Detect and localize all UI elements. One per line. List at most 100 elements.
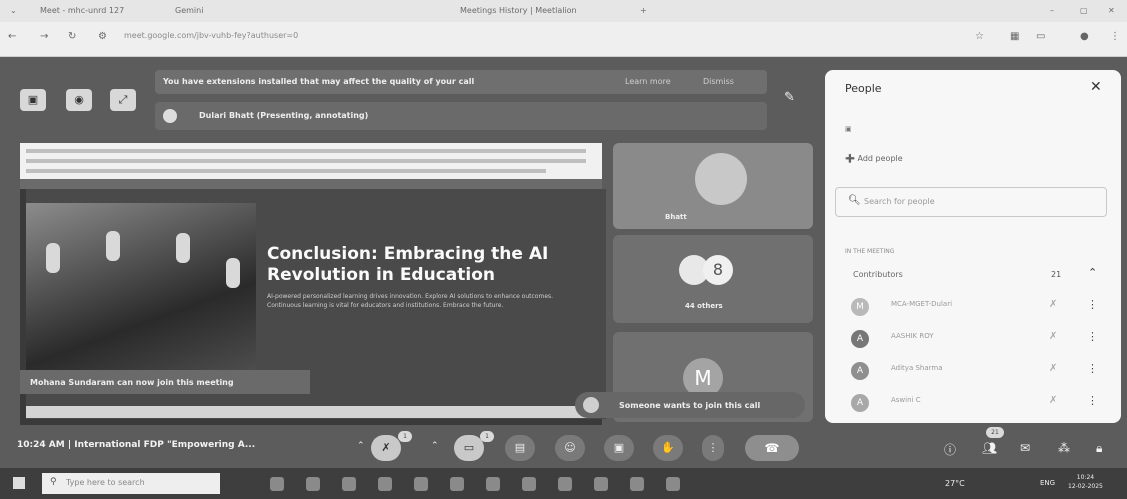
sidepanel-icon[interactable]: ▭ <box>1036 31 1045 42</box>
participant-tile-bhatt[interactable]: Bhatt <box>613 143 813 229</box>
dismiss-link[interactable]: Dismiss <box>703 77 734 86</box>
tab-gemini[interactable]: Gemini <box>175 3 203 19</box>
people-title: People <box>845 82 882 95</box>
mic-button[interactable]: ✗ <box>371 435 401 461</box>
profile-icon[interactable]: ● <box>1080 31 1089 42</box>
more-options-icon[interactable]: ⋮ <box>1087 362 1098 375</box>
others-tile[interactable]: 8 44 others <box>613 235 813 323</box>
host-controls-icon[interactable]: 🔒︎ <box>1096 441 1102 456</box>
mic-options-chevron-icon[interactable]: ⌃ <box>357 441 365 451</box>
more-options-icon[interactable]: ⋮ <box>1087 330 1098 343</box>
app-icon[interactable] <box>486 477 500 491</box>
people-icon[interactable]: 👥︎ <box>982 441 997 455</box>
participant-name: Bhatt <box>665 213 687 221</box>
annotate-pen-icon[interactable]: ✎ <box>784 90 795 105</box>
avatar: M <box>851 298 869 316</box>
camera-options-chevron-icon[interactable]: ⌃ <box>431 441 439 451</box>
captions-button[interactable]: ▤ <box>505 435 535 461</box>
app-icon[interactable] <box>522 477 536 491</box>
raise-hand-button[interactable]: ✋ <box>653 435 683 461</box>
tab-meet[interactable]: Meet - mhc-unrd 127 <box>40 3 124 19</box>
system-clock[interactable]: 10:24 12-02-2025 <box>1068 473 1103 491</box>
url-field[interactable]: meet.google.com/jbv-vuhb-fey?authuser=0 <box>124 31 298 40</box>
presenter-avatar <box>163 109 177 123</box>
back-icon[interactable]: ← <box>8 31 16 42</box>
chrome-icon[interactable] <box>306 477 320 491</box>
bookmark-star-icon[interactable]: ☆ <box>975 31 984 42</box>
group-count: 21 <box>1051 270 1062 279</box>
meeting-control-bar: 10:24 AM | International FDP "Empowering… <box>0 425 1127 468</box>
forward-icon[interactable]: → <box>40 31 48 42</box>
more-options-icon[interactable]: ⋮ <box>1087 394 1098 407</box>
present-button[interactable]: ▣ <box>604 435 634 461</box>
more-options-icon[interactable]: ⋮ <box>1087 298 1098 311</box>
participant-row-name: Aditya Sharma <box>891 364 943 372</box>
mic-badge: 1 <box>398 431 412 442</box>
new-tab-icon[interactable]: + <box>640 3 647 19</box>
more-options-button[interactable]: ⋮ <box>702 435 724 461</box>
participant-row[interactable]: A Aswini C ✗ ⋮ <box>835 388 1111 418</box>
taskbar-search-input[interactable]: ⚲ Type here to search <box>42 473 220 494</box>
participant-row-name: Aswini C <box>891 396 921 404</box>
join-request-text: Someone wants to join this call <box>619 401 761 410</box>
app-icon[interactable] <box>594 477 608 491</box>
os-taskbar: ⚲ Type here to search 27°C ENG 10:24 12-… <box>0 468 1127 499</box>
site-info-icon[interactable]: ⚙ <box>98 31 107 42</box>
contributors-group[interactable]: Contributors 21 ⌃ <box>835 264 1111 284</box>
search-people-input[interactable]: 🔍︎ Search for people <box>835 187 1107 217</box>
people-panel: People ✕ ▣ ➕ Add people 🔍︎ Search for pe… <box>825 70 1121 423</box>
browser-menu-icon[interactable]: ⋮ <box>1110 31 1120 42</box>
reload-icon[interactable]: ↻ <box>68 31 76 42</box>
close-icon[interactable]: ✕ <box>1090 79 1102 95</box>
participant-row[interactable]: A AASHIK ROY ✗ ⋮ <box>835 324 1111 354</box>
learn-more-link[interactable]: Learn more <box>625 77 671 86</box>
view-tool-button[interactable]: ◉ <box>66 89 92 111</box>
taskbar-search-placeholder: Type here to search <box>66 478 145 487</box>
participant-row[interactable]: A Aditya Sharma ✗ ⋮ <box>835 356 1111 386</box>
shared-taskbar <box>26 406 602 418</box>
windows-start-icon[interactable] <box>13 477 25 489</box>
end-call-button[interactable]: ☎ <box>745 435 799 461</box>
tab-list-icon[interactable]: ⌄ <box>10 3 17 19</box>
screenshot: ⌄ Meet - mhc-unrd 127 Gemini Meetings Hi… <box>0 0 1127 499</box>
mic-off-icon[interactable]: ✗ <box>1049 363 1057 374</box>
app-icon[interactable] <box>414 477 428 491</box>
activities-icon[interactable]: ⁂ <box>1058 441 1070 455</box>
weather-label[interactable]: 27°C <box>945 479 965 488</box>
maximize-icon[interactable]: ▢ <box>1080 3 1088 19</box>
person-icon <box>583 397 599 413</box>
share-tool-button[interactable]: ⤢ <box>110 89 136 111</box>
slide-title: Conclusion: Embracing the AI Revolution … <box>267 244 549 285</box>
app-icon[interactable] <box>450 477 464 491</box>
edge-icon[interactable] <box>342 477 356 491</box>
camera-badge: 1 <box>480 431 494 442</box>
chevron-up-icon[interactable]: ⌃ <box>1088 266 1097 279</box>
add-people-label: Add people <box>857 154 903 163</box>
task-view-icon[interactable] <box>270 477 284 491</box>
app-icon[interactable] <box>630 477 644 491</box>
minimize-icon[interactable]: – <box>1050 3 1054 19</box>
clock-time: 10:24 <box>1076 474 1095 481</box>
mic-off-icon[interactable]: ✗ <box>1049 331 1057 342</box>
tab-meetings-history[interactable]: Meetings History | Meetlalion <box>460 3 577 19</box>
add-people-button[interactable]: ➕ Add people <box>845 154 903 163</box>
presenter-label: Dulari Bhatt (Presenting, annotating) <box>199 111 369 120</box>
participant-row-name: AASHIK ROY <box>891 332 934 340</box>
app-icon[interactable] <box>558 477 572 491</box>
info-icon[interactable]: ⓘ <box>944 441 956 458</box>
mic-off-icon[interactable]: ✗ <box>1049 395 1057 406</box>
extensions-banner: You have extensions installed that may a… <box>155 70 767 94</box>
close-window-icon[interactable]: ✕ <box>1108 3 1115 19</box>
file-explorer-icon[interactable] <box>378 477 392 491</box>
join-request-toast[interactable]: Someone wants to join this call <box>575 392 805 418</box>
emoji-button[interactable]: ☺ <box>555 435 585 461</box>
captions-tool-button[interactable]: ▣ <box>20 89 46 111</box>
chat-icon[interactable]: ✉ <box>1020 441 1030 455</box>
mic-off-icon[interactable]: ✗ <box>1049 299 1057 310</box>
camera-button[interactable]: ▭ <box>454 435 484 461</box>
participant-row[interactable]: M MCA-MGET-Dulari ✗ ⋮ <box>835 292 1111 322</box>
language-indicator[interactable]: ENG <box>1040 479 1055 487</box>
join-permission-text: Mohana Sundaram can now join this meetin… <box>30 378 234 387</box>
app-icon[interactable] <box>666 477 680 491</box>
extension-icon[interactable]: ▦ <box>1010 31 1019 42</box>
